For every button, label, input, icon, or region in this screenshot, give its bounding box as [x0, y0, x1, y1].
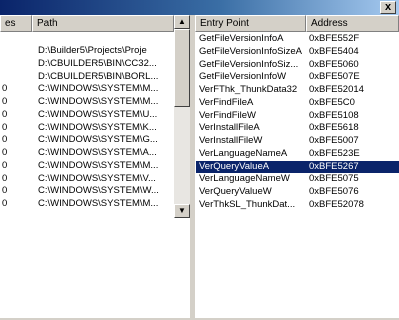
module-row-col0: 0 — [2, 185, 8, 196]
entry-point-row[interactable]: VerLanguageNameW 0xBFE5075 — [196, 173, 399, 185]
left-scroll-up-button[interactable]: ▲ — [174, 15, 190, 29]
entry-point-name: GetFileVersionInfoSiz... — [199, 59, 299, 70]
module-row-col0: 0 — [2, 96, 8, 107]
module-row-col0: 0 — [2, 83, 8, 94]
entry-point-name: VerLanguageNameW — [199, 173, 290, 184]
module-row-col0: 0 — [2, 122, 8, 133]
column-header-es[interactable]: es — [0, 15, 32, 32]
entry-point-address: 0xBFE5C0 — [309, 97, 355, 108]
entry-point-row[interactable]: VerLanguageNameA 0xBFE523E — [196, 148, 399, 160]
module-row-col0: 0 — [2, 173, 8, 184]
module-row-col0 — [2, 45, 30, 56]
module-row-path[interactable]: C:\WINDOWS\SYSTEM\W... — [38, 185, 172, 196]
module-row-col0: 0 — [2, 134, 8, 145]
module-row-path[interactable]: C:\WINDOWS\SYSTEM\A... — [38, 147, 172, 158]
module-row-col0: 0 — [2, 147, 8, 158]
entry-point-address: 0xBFE523E — [309, 148, 360, 159]
entry-point-row[interactable]: GetFileVersionInfoSizeA 0xBFE5404 — [196, 46, 399, 58]
entry-point-row[interactable]: VerThkSL_ThunkDat... 0xBFE52078 — [196, 199, 399, 211]
module-row-col0 — [2, 71, 30, 82]
entry-point-name: VerInstallFileA — [199, 122, 260, 133]
scroll-up-arrow-icon: ▲ — [178, 17, 186, 26]
column-header-entry-point[interactable]: Entry Point — [195, 15, 306, 32]
entry-point-row[interactable]: VerInstallFileW 0xBFE5007 — [196, 135, 399, 147]
entry-point-address: 0xBFE5007 — [309, 135, 359, 146]
entry-point-address: 0xBFE5076 — [309, 186, 359, 197]
module-row-path[interactable]: D:\Builder5\Projects\Proje — [38, 45, 172, 56]
entry-point-row[interactable]: GetFileVersionInfoSiz... 0xBFE5060 — [196, 59, 399, 71]
entry-point-name: GetFileVersionInfoW — [199, 71, 287, 82]
entry-point-row[interactable]: VerFindFileW 0xBFE5108 — [196, 110, 399, 122]
entry-point-address: 0xBFE552F — [309, 33, 360, 44]
entry-point-address: 0xBFE5618 — [309, 122, 359, 133]
module-row-col0: 0 — [2, 198, 8, 209]
entry-point-address: 0xBFE5075 — [309, 173, 359, 184]
entry-point-address: 0xBFE5108 — [309, 110, 359, 121]
module-row-path[interactable]: C:\WINDOWS\SYSTEM\M... — [38, 83, 172, 94]
module-row-path[interactable]: D:\CBUILDER5\BIN\BORL... — [38, 71, 172, 82]
entry-point-row[interactable]: VerFThk_ThunkData32 0xBFE52014 — [196, 84, 399, 96]
module-row-path[interactable]: C:\WINDOWS\SYSTEM\M... — [38, 198, 172, 209]
entry-point-name: VerLanguageNameA — [199, 148, 288, 159]
close-icon: x — [384, 1, 392, 13]
entry-point-row[interactable]: GetFileVersionInfoW 0xBFE507E — [196, 71, 399, 83]
module-row-path[interactable]: C:\WINDOWS\SYSTEM\M... — [38, 96, 172, 107]
column-header-address[interactable]: Address — [306, 15, 399, 32]
module-row-col0: 0 — [2, 160, 8, 171]
entry-point-address: 0xBFE5267 — [309, 161, 359, 172]
entry-point-address: 0xBFE5060 — [309, 59, 359, 70]
entry-point-address: 0xBFE52078 — [309, 199, 364, 210]
entry-point-name: GetFileVersionInfoSizeA — [199, 46, 302, 57]
module-row-path[interactable]: C:\WINDOWS\SYSTEM\M... — [38, 160, 172, 171]
module-row-col0: 0 — [2, 109, 8, 120]
entry-point-name: VerFindFileW — [199, 110, 257, 121]
entry-point-name: VerQueryValueA — [199, 161, 270, 172]
module-row-path[interactable]: C:\WINDOWS\SYSTEM\U... — [38, 109, 172, 120]
module-row-path[interactable]: C:\WINDOWS\SYSTEM\V... — [38, 173, 172, 184]
entry-point-row[interactable]: VerQueryValueW 0xBFE5076 — [196, 186, 399, 198]
column-header-path[interactable]: Path — [32, 15, 174, 32]
scroll-down-arrow-icon: ▼ — [178, 206, 186, 215]
entry-point-row[interactable]: VerFindFileA 0xBFE5C0 — [196, 97, 399, 109]
entry-point-row[interactable]: VerQueryValueA 0xBFE5267 — [196, 161, 399, 173]
entry-point-name: VerInstallFileW — [199, 135, 263, 146]
entry-point-name: VerQueryValueW — [199, 186, 272, 197]
entry-point-name: VerFThk_ThunkData32 — [199, 84, 298, 95]
entry-point-row[interactable]: GetFileVersionInfoA 0xBFE552F — [196, 33, 399, 45]
entry-point-address: 0xBFE5404 — [309, 46, 359, 57]
left-scroll-thumb[interactable] — [174, 29, 190, 107]
entry-point-row[interactable]: VerInstallFileA 0xBFE5618 — [196, 122, 399, 134]
entry-point-address: 0xBFE52014 — [309, 84, 364, 95]
module-row-path[interactable]: C:\WINDOWS\SYSTEM\G... — [38, 134, 172, 145]
module-row-col0 — [2, 58, 30, 69]
module-row-path[interactable]: D:\CBUILDER5\BIN\CC32... — [38, 58, 172, 69]
entry-point-name: GetFileVersionInfoA — [199, 33, 284, 44]
module-row-path[interactable]: C:\WINDOWS\SYSTEM\K... — [38, 122, 172, 133]
title-bar — [0, 0, 399, 15]
entry-point-address: 0xBFE507E — [309, 71, 360, 82]
left-scroll-down-button[interactable]: ▼ — [174, 204, 190, 218]
entry-point-name: VerThkSL_ThunkDat... — [199, 199, 296, 210]
close-button[interactable]: x — [380, 1, 396, 14]
entry-point-name: VerFindFileA — [199, 97, 254, 108]
